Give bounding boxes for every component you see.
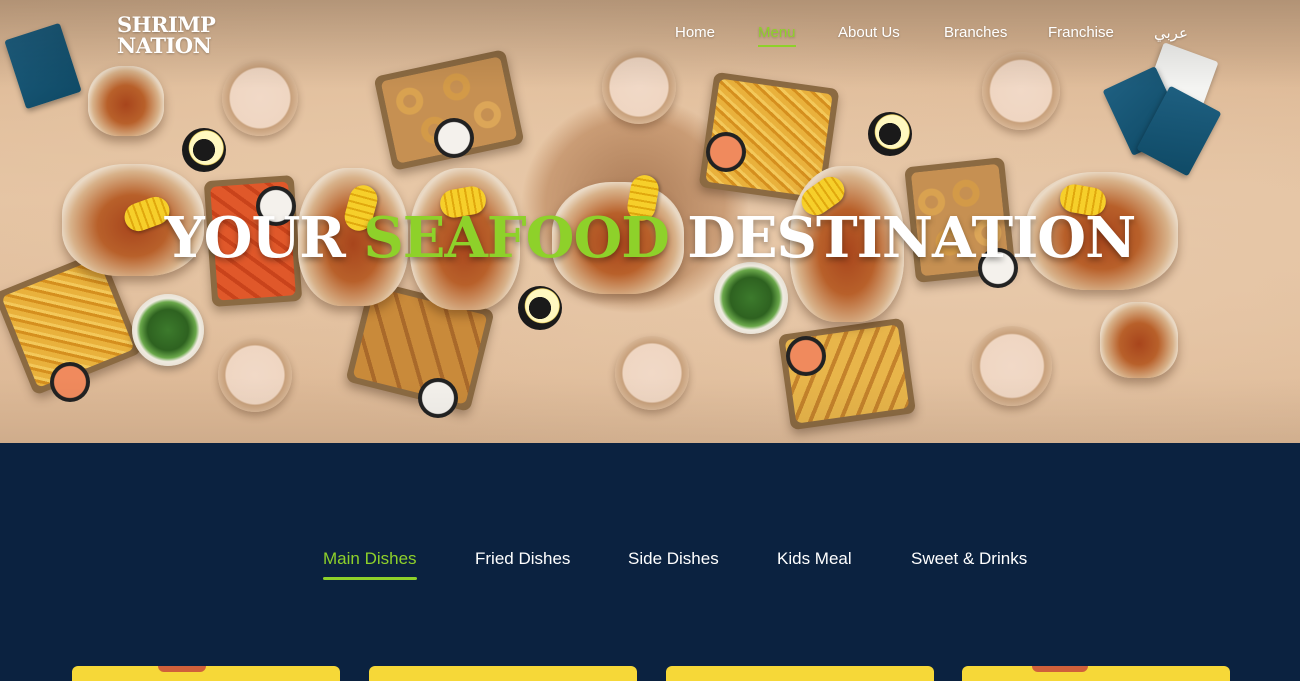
tab-sweet-and-drinks[interactable]: Sweet & Drinks [911, 549, 1027, 569]
hero-title-accent: SEAFOOD [363, 205, 669, 271]
tab-side-dishes[interactable]: Side Dishes [628, 549, 719, 569]
menu-item-card[interactable] [962, 666, 1230, 681]
hero-title-part-2: DESTINATION [668, 205, 1136, 271]
menu-item-card[interactable] [72, 666, 340, 681]
nav-franchise[interactable]: Franchise [1048, 24, 1114, 41]
tab-main-dishes[interactable]: Main Dishes [323, 549, 417, 580]
menu-item-card[interactable] [666, 666, 934, 681]
nav-language-arabic[interactable]: عربي [1154, 24, 1188, 42]
hero-title: YOUR SEAFOOD DESTINATION [0, 205, 1300, 271]
dish-image [158, 666, 206, 672]
nav-branches[interactable]: Branches [944, 24, 1007, 41]
nav-home[interactable]: Home [675, 24, 715, 41]
menu-category-tabs: Main Dishes Fried Dishes Side Dishes Kid… [0, 549, 1300, 583]
menu-section: Main Dishes Fried Dishes Side Dishes Kid… [0, 443, 1300, 681]
tab-fried-dishes[interactable]: Fried Dishes [475, 549, 570, 569]
brand-logo[interactable]: SHRIMP NATION [117, 14, 229, 56]
tab-kids-meal[interactable]: Kids Meal [777, 549, 852, 569]
menu-item-card[interactable] [369, 666, 637, 681]
nav-menu[interactable]: Menu [758, 24, 796, 47]
dish-image [1032, 666, 1088, 672]
nav-about-us[interactable]: About Us [838, 24, 900, 41]
hero-banner: SHRIMP NATION Home Menu About Us Branche… [0, 0, 1300, 443]
hero-title-part-1: YOUR [164, 205, 364, 271]
logo-line-1: SHRIMP [117, 12, 216, 37]
logo-line-2: NATION [117, 33, 212, 58]
